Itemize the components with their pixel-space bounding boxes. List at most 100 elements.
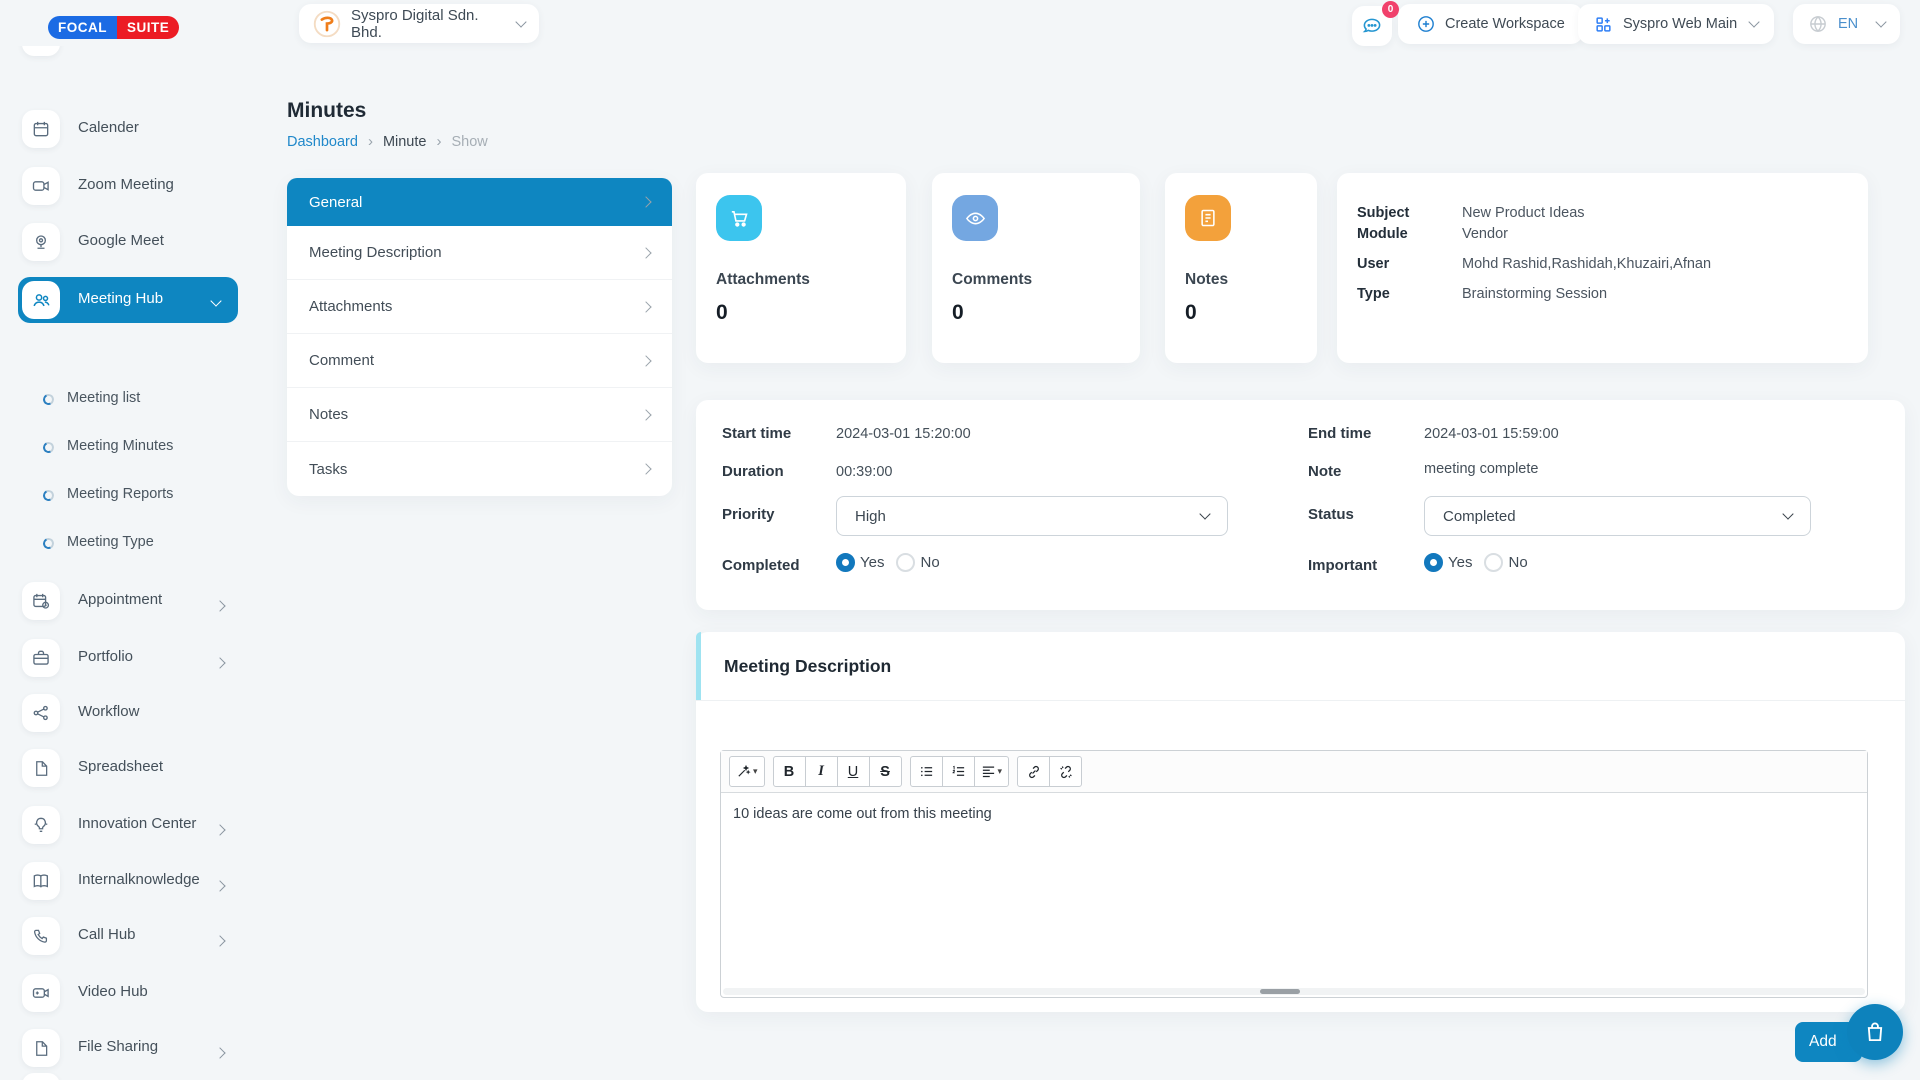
tab-notes[interactable]: Notes — [287, 388, 672, 442]
sidebar-item-label: Innovation Center — [78, 815, 196, 832]
tab-attachments[interactable]: Attachments — [287, 280, 672, 334]
floating-bag-button[interactable] — [1847, 1004, 1903, 1060]
sidebar: Calender Zoom Meeting Google Meet Meetin… — [0, 46, 256, 1080]
chevron-right-icon — [640, 196, 651, 207]
globe-icon — [1808, 14, 1828, 34]
sidebar-item-zoom-meeting[interactable]: Zoom Meeting — [0, 167, 256, 209]
focal-logo: FOCAL SUITE — [48, 16, 179, 39]
priority-select[interactable]: High — [836, 496, 1228, 536]
stat-value: 0 — [952, 301, 1120, 325]
link-button[interactable] — [1017, 756, 1050, 787]
style-magic-button[interactable]: ▾ — [729, 756, 765, 787]
stat-value: 0 — [716, 301, 886, 325]
info-label: Type — [1357, 286, 1462, 302]
italic-button[interactable]: I — [805, 756, 838, 787]
company-name: Syspro Digital Sdn. Bhd. — [351, 7, 507, 41]
end-time-label: End time — [1308, 425, 1371, 442]
info-value: Brainstorming Session — [1462, 286, 1607, 302]
editor-toolbar: ▾ B I U S — [721, 751, 1867, 793]
priority-selected-value: High — [855, 508, 886, 525]
app-icon — [22, 46, 60, 56]
sidebar-item-google-meet[interactable]: Google Meet — [0, 223, 256, 265]
radio-label: Yes — [860, 554, 884, 571]
sidebar-subitem-label: Meeting Minutes — [67, 438, 173, 454]
chat-bubble-icon — [1361, 15, 1383, 37]
sidebar-item-appointment[interactable]: Appointment — [0, 582, 256, 624]
radio-important-no[interactable] — [1484, 553, 1503, 572]
unlink-button[interactable] — [1049, 756, 1082, 787]
sidebar-item-label: Video Hub — [78, 983, 148, 1000]
logo-part-focal: FOCAL — [48, 16, 117, 39]
language-selector[interactable]: EN — [1793, 4, 1900, 44]
attachments-cart-icon — [716, 195, 762, 241]
rich-text-editor: ▾ B I U S — [720, 750, 1868, 998]
detail-tabs-panel: General Meeting Description Attachments … — [287, 178, 672, 496]
sidebar-item-meeting-minutes[interactable]: Meeting Minutes — [0, 434, 256, 464]
tab-general[interactable]: General — [287, 178, 672, 226]
sidebar-item-label: Google Meet — [78, 232, 164, 249]
chevron-right-icon — [214, 824, 225, 835]
tab-meeting-description[interactable]: Meeting Description — [287, 226, 672, 280]
sidebar-item-internalknowledge[interactable]: Internalknowledge — [0, 862, 256, 904]
tab-label: Attachments — [309, 298, 392, 315]
info-value: New Product Ideas — [1462, 205, 1585, 221]
radio-completed-no[interactable] — [896, 553, 915, 572]
editor-content[interactable]: 10 ideas are come out from this meeting — [721, 793, 1867, 835]
sidebar-item-clipped-top[interactable] — [0, 46, 256, 60]
unordered-list-button[interactable] — [910, 756, 943, 787]
tab-tasks[interactable]: Tasks — [287, 442, 672, 496]
bold-button[interactable]: B — [773, 756, 806, 787]
paragraph-align-button[interactable]: ▾ — [974, 756, 1010, 787]
ordered-list-button[interactable] — [942, 756, 975, 787]
breadcrumb-item-show: Show — [451, 134, 487, 150]
breadcrumb-link-dashboard[interactable]: Dashboard — [287, 134, 358, 150]
scrollbar-handle[interactable] — [1260, 989, 1300, 994]
sidebar-item-call-hub[interactable]: Call Hub — [0, 917, 256, 959]
sidebar-item-clipped-bottom[interactable] — [0, 1073, 256, 1080]
status-label: Status — [1308, 506, 1354, 523]
sidebar-item-innovation-center[interactable]: Innovation Center — [0, 806, 256, 848]
end-time-value: 2024-03-01 15:59:00 — [1424, 426, 1559, 442]
file-icon — [22, 1029, 60, 1067]
sidebar-item-portfolio[interactable]: Portfolio — [0, 639, 256, 681]
sidebar-item-meeting-type[interactable]: Meeting Type — [0, 530, 256, 560]
tab-comment[interactable]: Comment — [287, 334, 672, 388]
grid-plus-icon — [1594, 15, 1613, 34]
phone-icon — [22, 917, 60, 955]
priority-label: Priority — [722, 506, 775, 523]
radio-completed-yes[interactable] — [836, 553, 855, 572]
sidebar-item-meeting-hub[interactable]: Meeting Hub — [18, 277, 238, 323]
sidebar-item-video-hub[interactable]: Video Hub — [0, 974, 256, 1016]
status-select[interactable]: Completed — [1424, 496, 1811, 536]
meeting-details-panel: Start time 2024-03-01 15:20:00 End time … — [696, 400, 1905, 610]
sidebar-item-file-sharing[interactable]: File Sharing — [0, 1029, 256, 1071]
sidebar-item-spreadsheet[interactable]: Spreadsheet — [0, 749, 256, 791]
sidebar-item-workflow[interactable]: Workflow — [0, 694, 256, 736]
note-value: meeting complete — [1424, 461, 1538, 477]
chevron-down-icon — [1875, 16, 1886, 27]
chevron-down-icon — [1199, 508, 1210, 519]
editor-horizontal-scrollbar[interactable] — [723, 988, 1865, 995]
sidebar-subitem-label: Meeting Type — [67, 534, 154, 550]
workspace-selector[interactable]: Syspro Web Main — [1578, 4, 1774, 44]
info-row-user: User Mohd Rashid,Rashidah,Khuzairi,Afnan — [1337, 256, 1868, 272]
calendar-icon — [22, 110, 60, 148]
info-value: Vendor — [1462, 226, 1508, 242]
company-selector[interactable]: Syspro Digital Sdn. Bhd. — [299, 4, 539, 43]
app-root: FOCAL SUITE Syspro Digital Sdn. Bhd. 0 C… — [0, 0, 1920, 1080]
strikethrough-button[interactable]: S — [869, 756, 902, 787]
underline-button[interactable]: U — [837, 756, 870, 787]
radio-label: No — [920, 554, 939, 571]
bullet-icon — [42, 489, 56, 503]
tab-label: General — [309, 194, 362, 211]
chevron-right-icon — [640, 409, 651, 420]
sidebar-item-meeting-list[interactable]: Meeting list — [0, 386, 256, 416]
duration-value: 00:39:00 — [836, 464, 892, 480]
chat-button[interactable]: 0 — [1352, 6, 1392, 46]
radio-important-yes[interactable] — [1424, 553, 1443, 572]
stat-card-notes: Notes 0 — [1165, 173, 1317, 363]
important-radio-group: Yes No — [1424, 553, 1540, 572]
sidebar-item-meeting-reports[interactable]: Meeting Reports — [0, 482, 256, 512]
sidebar-item-calender[interactable]: Calender — [0, 110, 256, 152]
create-workspace-button[interactable]: Create Workspace — [1398, 4, 1583, 44]
